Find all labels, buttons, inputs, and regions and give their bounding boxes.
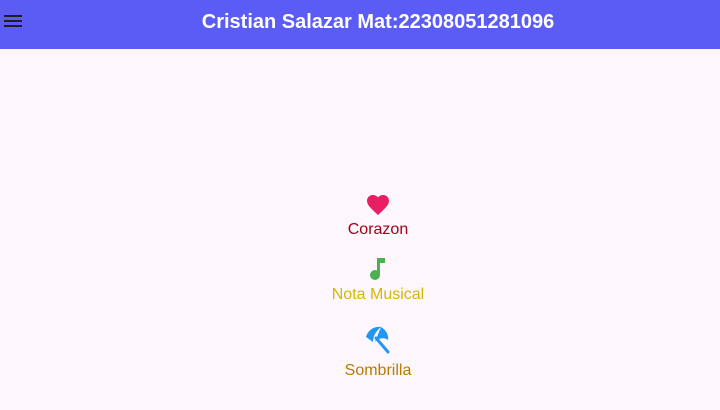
item-label-corazon: Corazon bbox=[347, 221, 409, 238]
app-title: Cristian Salazar Mat:22308051281096 bbox=[201, 11, 555, 33]
app-bar: Cristian Salazar Mat:22308051281096 bbox=[0, 0, 720, 49]
music-note-icon bbox=[370, 258, 385, 280]
item-label-sombrilla: Sombrilla bbox=[344, 362, 412, 379]
list-item-nota-musical: Nota Musical bbox=[0, 257, 720, 305]
main-content: Corazon Nota Musical Sombrilla bbox=[0, 49, 720, 410]
list-item-corazon: Corazon bbox=[0, 194, 720, 240]
list-item-sombrilla: Sombrilla bbox=[0, 325, 720, 381]
beach-umbrella-icon bbox=[366, 326, 390, 354]
item-label-nota-musical: Nota Musical bbox=[331, 286, 425, 303]
heart-icon bbox=[367, 195, 389, 215]
